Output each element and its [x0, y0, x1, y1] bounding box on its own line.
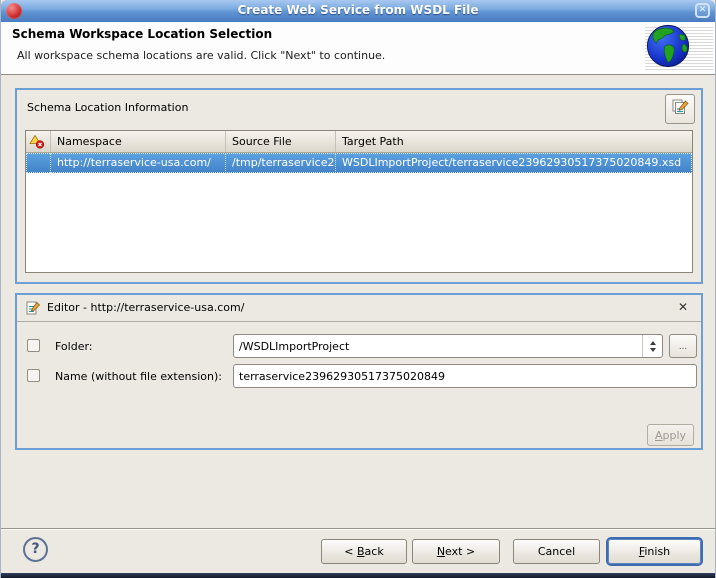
finish-button[interactable]: Finish	[608, 539, 701, 564]
edit-schema-icon	[672, 99, 689, 114]
editor-header: Editor - http://terraservice-usa.com/ ✕	[17, 295, 701, 322]
edit-page-icon	[26, 301, 40, 315]
name-checkbox[interactable]	[27, 369, 40, 382]
editor-close-button[interactable]: ✕	[678, 300, 688, 314]
row-status-cell	[26, 153, 51, 173]
schema-table-header: Namespace Source File Target Path	[26, 131, 692, 153]
warning-error-icon	[29, 134, 45, 149]
target-path-column-header[interactable]: Target Path	[336, 131, 692, 152]
schema-group-title: Schema Location Information	[27, 101, 189, 114]
apply-label-post: pply	[662, 428, 687, 442]
row-target-path-cell: WSDLImportProject/terraservice2396293051…	[342, 156, 682, 169]
editor-group: Editor - http://terraservice-usa.com/ ✕ …	[15, 293, 703, 450]
namespace-column-header[interactable]: Namespace	[51, 131, 226, 152]
wizard-banner: Schema Workspace Location Selection All …	[1, 22, 715, 75]
next-label-key: N	[436, 545, 446, 558]
row-namespace-cell: http://terraservice-usa.com/	[51, 153, 226, 173]
row-source-file-cell: /tmp/terraservice2	[226, 153, 336, 173]
titlebar[interactable]: Create Web Service from WSDL File ✕	[1, 0, 715, 23]
source-file-column-header[interactable]: Source File	[226, 131, 336, 152]
page-description: All workspace schema locations are valid…	[17, 49, 386, 62]
cancel-button[interactable]: Cancel	[513, 539, 600, 564]
next-label-post: ext >	[445, 545, 476, 558]
window-title: Create Web Service from WSDL File	[237, 3, 479, 17]
help-button[interactable]: ?	[23, 537, 48, 562]
next-button[interactable]: Next >	[412, 539, 500, 564]
browse-button[interactable]: ...	[669, 334, 697, 358]
back-label-post: ack	[364, 545, 384, 558]
globe-icon	[646, 24, 690, 68]
folder-checkbox[interactable]	[27, 339, 40, 352]
editor-title: Editor - http://terraservice-usa.com/	[47, 301, 245, 314]
schema-table: Namespace Source File Target Path http:/…	[25, 130, 693, 273]
cancel-label-post: Cancel	[537, 545, 576, 558]
name-input[interactable]	[233, 364, 697, 388]
window-bottom-edge	[1, 573, 715, 578]
back-label-key: B	[357, 545, 365, 558]
apply-label-key: A	[654, 428, 663, 442]
button-bar: ? < Back Next > Cancel Finish	[1, 530, 715, 573]
finish-label-post: inish	[644, 545, 671, 558]
schema-table-row[interactable]: http://terraservice-usa.com/ /tmp/terras…	[26, 153, 692, 173]
apply-button[interactable]: Apply	[647, 424, 694, 446]
schema-location-group: Schema Location Information Namespace So…	[15, 88, 703, 284]
back-button[interactable]: < Back	[321, 539, 407, 564]
help-icon: ?	[31, 541, 40, 557]
status-column-header[interactable]	[26, 131, 51, 152]
folder-combo-input[interactable]	[234, 335, 642, 357]
folder-label: Folder:	[55, 340, 93, 353]
close-icon: ✕	[698, 5, 707, 15]
edit-schema-button[interactable]	[665, 94, 695, 124]
back-label-pre: <	[344, 545, 357, 558]
folder-combo[interactable]	[233, 334, 663, 358]
window-close-button[interactable]: ✕	[695, 3, 710, 18]
wizard-dialog: Create Web Service from WSDL File ✕ Sche…	[0, 0, 716, 578]
page-title: Schema Workspace Location Selection	[12, 27, 273, 41]
name-label: Name (without file extension):	[55, 370, 222, 383]
combo-spinner-icon[interactable]	[642, 335, 662, 357]
